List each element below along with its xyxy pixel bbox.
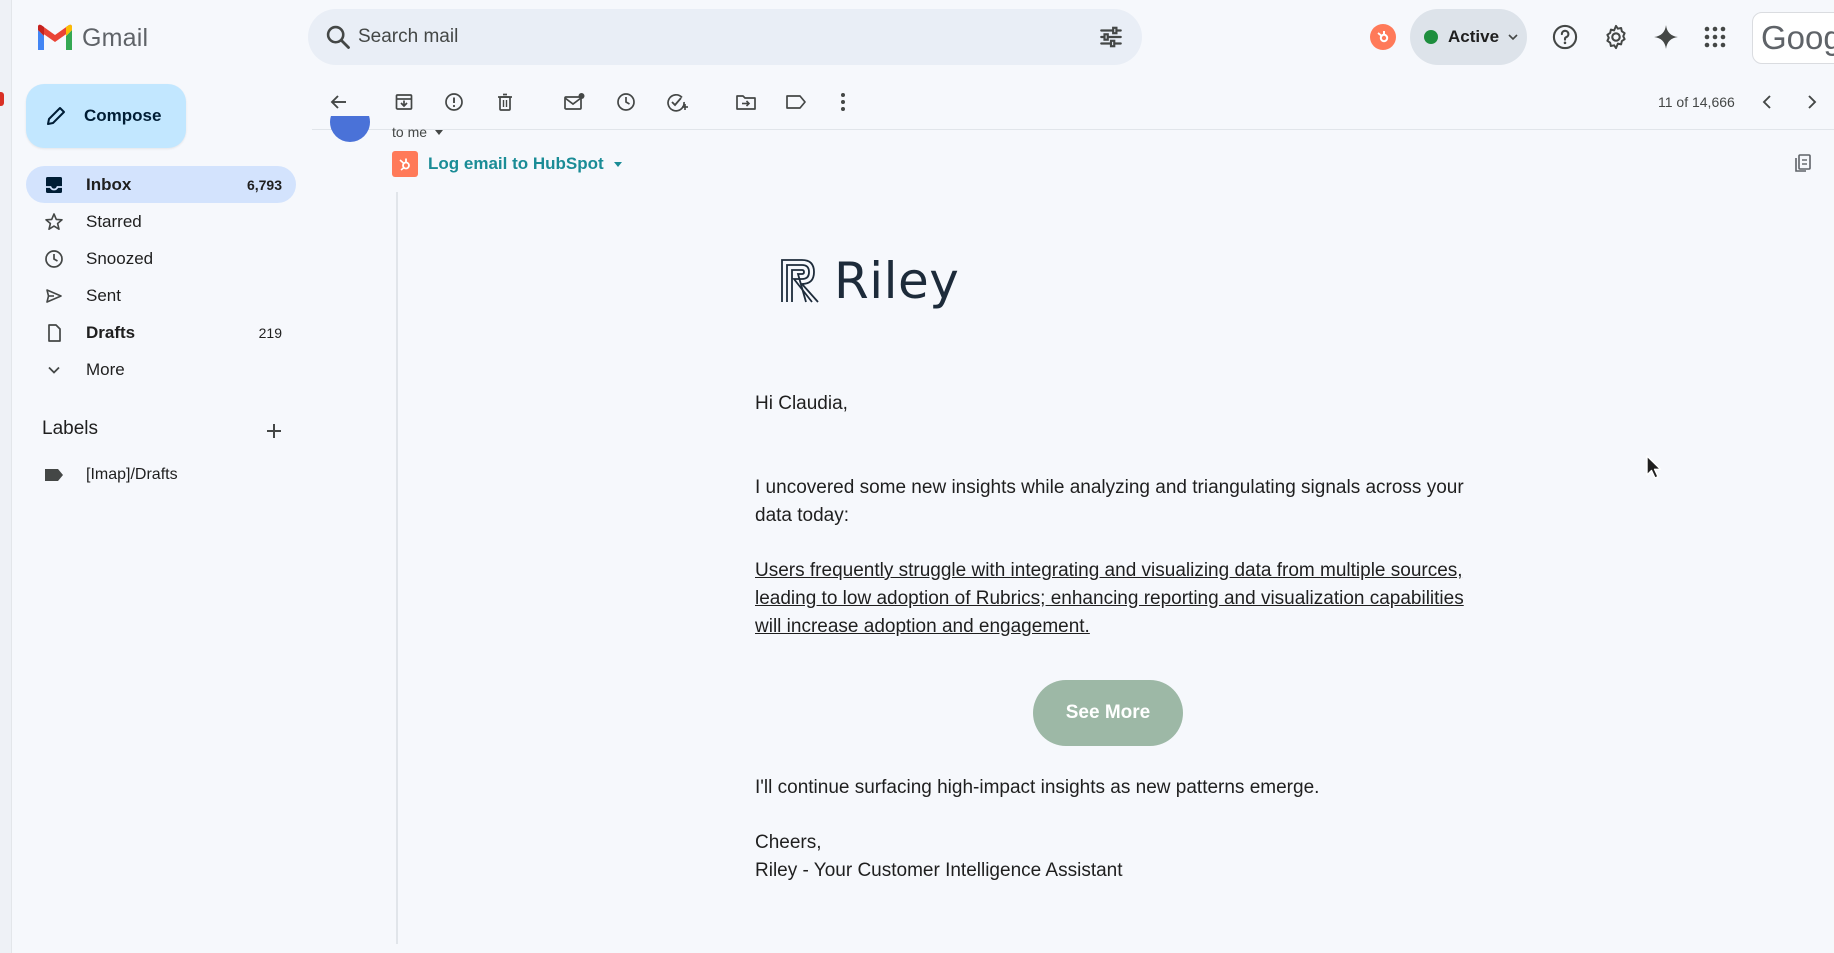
sidebar-item-label: Drafts	[86, 322, 136, 342]
newer-chevron-left-icon[interactable]	[1755, 90, 1779, 114]
sidebar-item-inbox[interactable]: Inbox 6,793	[26, 166, 296, 203]
label-tag-icon	[45, 469, 63, 481]
chevron-down-icon	[44, 360, 64, 380]
caret-down-icon	[435, 130, 444, 135]
sender-avatar[interactable]	[330, 116, 370, 142]
email-signature: Riley - Your Customer Intelligence Assis…	[755, 860, 1123, 881]
unread-count: 6,793	[246, 176, 282, 193]
labels-heading: Labels	[42, 418, 98, 439]
draft-count: 219	[258, 324, 282, 341]
chevron-down-icon	[1508, 34, 1518, 41]
notification-marker	[0, 92, 4, 106]
sidebar-item-label: Snoozed	[86, 248, 154, 268]
add-to-tasks-icon[interactable]	[665, 90, 689, 114]
search-bar[interactable]	[308, 9, 1142, 65]
add-label-icon[interactable]	[263, 420, 285, 442]
left-edge-strip	[0, 0, 12, 953]
help-icon[interactable]	[1550, 22, 1580, 52]
riley-wordmark: Riley	[834, 252, 960, 310]
status-dropdown[interactable]: Active	[1410, 9, 1527, 65]
email-greeting: Hi Claudia,	[755, 393, 848, 414]
copy-icon[interactable]	[1792, 152, 1814, 174]
sidebar-item-more[interactable]: More	[26, 351, 296, 388]
caret-down-icon	[613, 162, 622, 167]
email-intro: I uncovered some new insights while anal…	[755, 477, 1464, 526]
sidebar-item-label: Inbox	[86, 174, 132, 194]
hubspot-log-label: Log email to HubSpot	[428, 154, 604, 173]
hubspot-extension-icon[interactable]	[1370, 24, 1396, 50]
clock-icon	[44, 249, 64, 269]
search-input[interactable]	[358, 9, 1058, 65]
label-item-imap-drafts[interactable]: [Imap]/Drafts	[44, 466, 178, 484]
status-dot	[1424, 30, 1438, 44]
draft-icon	[44, 323, 64, 343]
riley-r-mark-icon	[781, 259, 819, 303]
search-icon[interactable]	[324, 23, 352, 51]
gmail-logo[interactable]: Gmail	[36, 20, 148, 56]
sidebar-item-drafts[interactable]: Drafts 219	[26, 314, 296, 351]
status-label: Active	[1448, 27, 1500, 46]
search-options-icon[interactable]	[1098, 24, 1124, 50]
report-spam-icon[interactable]	[442, 90, 466, 114]
sidebar-item-label: Sent	[86, 285, 121, 305]
more-vert-icon[interactable]	[831, 90, 855, 114]
archive-icon[interactable]	[392, 90, 416, 114]
gemini-sparkle-icon[interactable]	[1651, 22, 1681, 52]
sidebar-item-snoozed[interactable]: Snoozed	[26, 240, 296, 277]
recipient-text: to me	[392, 124, 428, 140]
riley-logo: Riley	[780, 252, 959, 310]
hubspot-logo-icon	[392, 151, 418, 177]
compose-label: Compose	[84, 106, 162, 125]
see-more-button[interactable]: See More	[1033, 680, 1183, 746]
sidebar-nav: Inbox 6,793 Starred Snoozed Sent Drafts …	[26, 166, 296, 388]
settings-gear-icon[interactable]	[1601, 22, 1631, 52]
label-icon[interactable]	[784, 90, 808, 114]
compose-button[interactable]: Compose	[26, 84, 186, 148]
hubspot-log-dropdown[interactable]: Log email to HubSpot	[392, 151, 624, 177]
delete-trash-icon[interactable]	[493, 90, 517, 114]
apps-grid-icon[interactable]	[1700, 22, 1730, 52]
back-arrow-icon[interactable]	[327, 90, 351, 114]
mouse-cursor-icon	[1646, 455, 1662, 479]
recipient-details[interactable]: to me	[392, 124, 445, 140]
snooze-clock-icon[interactable]	[614, 90, 638, 114]
email-signoff: Cheers,	[755, 832, 822, 853]
sidebar-item-starred[interactable]: Starred	[26, 203, 296, 240]
mark-unread-icon[interactable]	[562, 90, 586, 114]
pagination-count: 11 of 14,666	[1658, 94, 1735, 110]
label-name: [Imap]/Drafts	[86, 466, 178, 483]
gmail-m-icon	[38, 24, 72, 50]
send-icon	[44, 286, 64, 306]
older-chevron-right-icon[interactable]	[1800, 90, 1824, 114]
gmail-wordmark: Gmail	[82, 23, 149, 52]
sidebar-item-sent[interactable]: Sent	[26, 277, 296, 314]
sidebar-item-label: More	[86, 359, 125, 379]
email-closing: I'll continue surfacing high-impact insi…	[755, 777, 1320, 798]
toolbar-divider	[312, 129, 1834, 130]
google-account-logo[interactable]: Googl	[1752, 12, 1834, 64]
move-to-folder-icon[interactable]	[734, 90, 758, 114]
inbox-icon	[44, 175, 64, 195]
thread-divider	[396, 192, 398, 944]
insight-link[interactable]: Users frequently struggle with integrati…	[755, 557, 1475, 641]
sidebar-item-label: Starred	[86, 211, 142, 231]
pencil-icon	[47, 107, 65, 125]
star-icon	[44, 212, 64, 232]
